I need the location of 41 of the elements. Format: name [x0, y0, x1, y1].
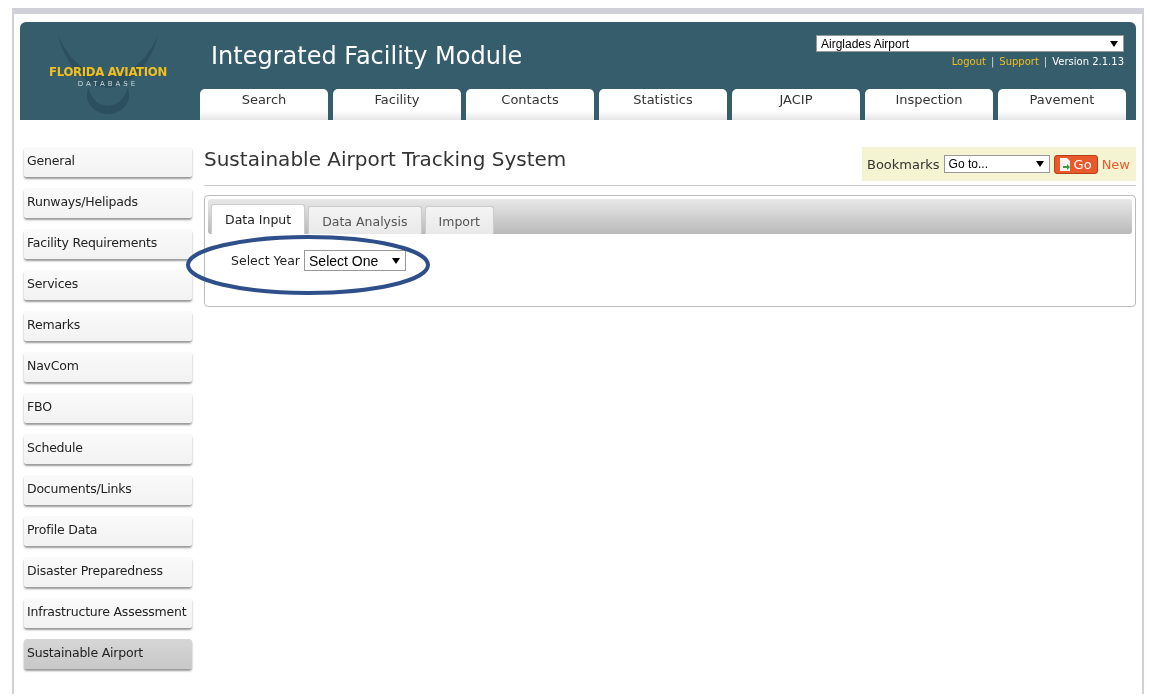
header-link[interactable]: Logout	[951, 56, 986, 67]
sidebar-item[interactable]: Services	[24, 270, 192, 300]
bookmark-select[interactable]: Go to...	[943, 155, 1050, 173]
sidebar-item[interactable]: Remarks	[24, 311, 192, 341]
sidebar-item[interactable]: NavCom	[24, 352, 192, 382]
nav-tab[interactable]: Statistics	[599, 89, 727, 120]
nav-tab[interactable]: Search	[200, 89, 328, 120]
go-button[interactable]: Go	[1053, 154, 1098, 174]
app-title: Integrated Facility Module	[211, 42, 523, 70]
logo-title: FLORIDA AVIATION	[49, 64, 167, 79]
airport-select[interactable]: Airglades Airport	[816, 35, 1124, 52]
nav-tab[interactable]: Inspection	[865, 89, 993, 120]
sidebar-item[interactable]: Schedule	[24, 434, 192, 464]
sidebar-item[interactable]: Documents/Links	[24, 475, 192, 505]
bookmarks-label: Bookmarks	[866, 156, 940, 172]
year-select[interactable]: Select One	[304, 250, 406, 271]
content-tab[interactable]: Data Analysis	[308, 206, 422, 234]
nav-tab[interactable]: Pavement	[998, 89, 1126, 120]
sidebar-item[interactable]: Sustainable Airport	[24, 639, 192, 669]
caret-icon	[1110, 40, 1118, 47]
version-text: Version 2.1.13	[1052, 56, 1124, 67]
sidebar-item[interactable]: Facility Requirements	[24, 229, 192, 259]
sidebar-item[interactable]: Infrastructure Assessment	[24, 598, 192, 628]
separator: |	[1043, 56, 1048, 67]
sidebar-item[interactable]: Disaster Preparedness	[24, 557, 192, 587]
nav-tab[interactable]: JACIP	[732, 89, 860, 120]
document-arrow-icon	[1058, 157, 1071, 171]
field-label: Select Year	[231, 253, 300, 268]
separator: |	[990, 56, 995, 67]
page-title: Sustainable Airport Tracking System	[204, 147, 567, 171]
nav-tab[interactable]: Contacts	[466, 89, 594, 120]
sidebar-item[interactable]: FBO	[24, 393, 192, 423]
sidebar-item[interactable]: General	[24, 147, 192, 177]
sidebar-item[interactable]: Profile Data	[24, 516, 192, 546]
content-tab[interactable]: Data Input	[211, 204, 306, 234]
sidebar-item[interactable]: Runways/Helipads	[24, 188, 192, 218]
header-link[interactable]: Support	[999, 56, 1039, 67]
content-tab[interactable]: Import	[424, 206, 494, 234]
caret-icon	[392, 257, 400, 264]
caret-icon	[1035, 161, 1044, 167]
nav-tab[interactable]: Facility	[333, 89, 461, 120]
